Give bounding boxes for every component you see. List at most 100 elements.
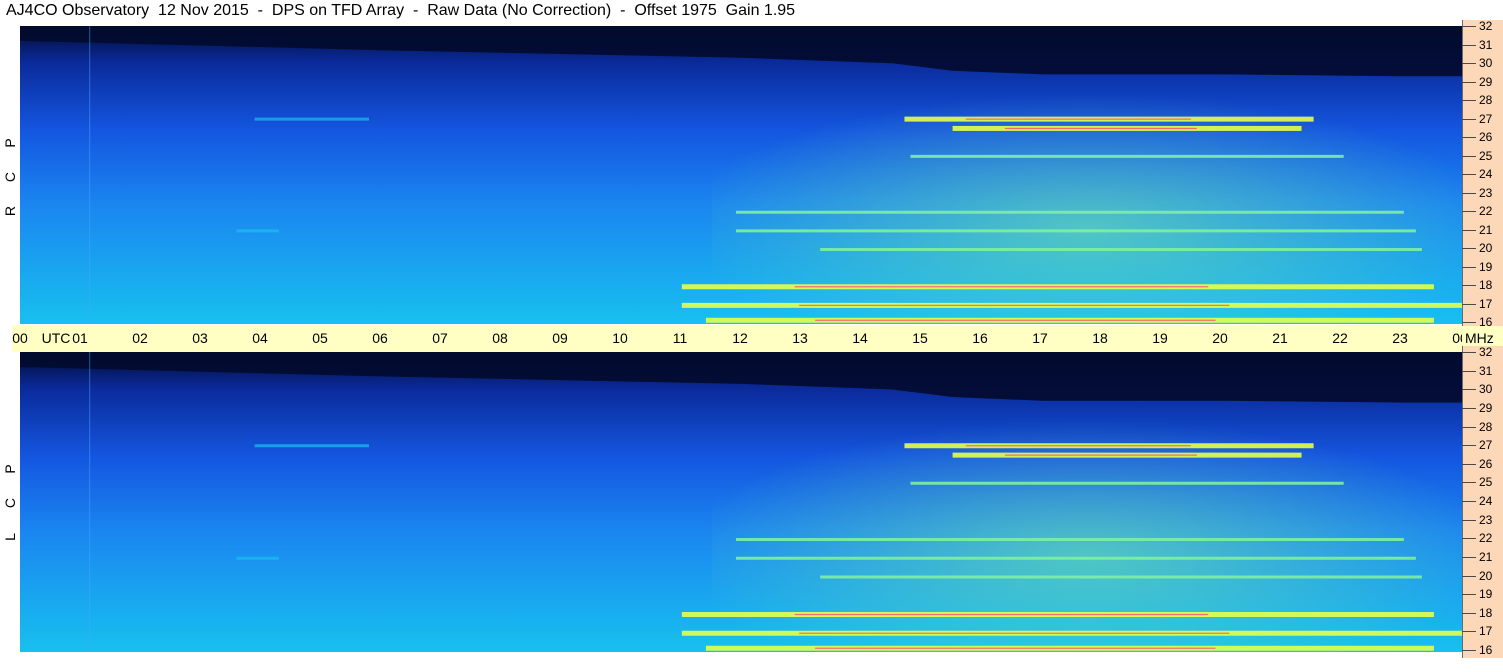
vertical-interference-line xyxy=(89,26,91,324)
signal-band-core-rcp xyxy=(794,286,1209,288)
signal-band-rcp xyxy=(254,117,369,121)
time-tick-label: 05 xyxy=(312,330,328,346)
signal-band-lcp xyxy=(735,556,1416,560)
signal-band-rcp xyxy=(735,229,1416,233)
signal-band-lcp xyxy=(820,575,1422,579)
freq-tick-label: 24 xyxy=(1479,494,1493,508)
rcp-spectrogram xyxy=(20,26,1464,324)
freq-tick-label: 20 xyxy=(1479,568,1493,583)
time-tick-label: 12 xyxy=(732,330,748,346)
freq-tick xyxy=(1462,303,1476,305)
rcp-label: P C R xyxy=(0,126,20,228)
freq-tick-label: 19 xyxy=(1479,259,1493,274)
freq-tick-label: 28 xyxy=(1479,419,1493,434)
freq-tick xyxy=(1462,370,1476,372)
freq-tick-label: 32 xyxy=(1479,345,1493,359)
freq-tick-label: 26 xyxy=(1479,130,1493,144)
freq-tick xyxy=(1462,155,1476,157)
freq-tick-label: 18 xyxy=(1479,605,1493,620)
freq-tick-label: 22 xyxy=(1479,204,1493,218)
time-tick-label: 00 xyxy=(12,330,28,346)
signal-band-core-lcp xyxy=(815,647,1216,649)
freq-tick xyxy=(1462,407,1476,409)
freq-tick-label: 17 xyxy=(1479,624,1493,639)
signal-band-rcp xyxy=(910,154,1344,158)
freq-tick xyxy=(1462,266,1476,268)
freq-tick xyxy=(1462,322,1476,323)
time-tick-label: 10 xyxy=(612,330,628,346)
freq-tick-label: 19 xyxy=(1479,587,1493,602)
time-tick-label: 17 xyxy=(1032,330,1048,346)
freq-tick-label: 21 xyxy=(1479,222,1493,237)
freq-tick-label: 32 xyxy=(1479,19,1493,33)
freq-tick xyxy=(1462,174,1476,175)
time-tick-label: 06 xyxy=(372,330,388,346)
lcp-spectrogram-plot xyxy=(20,352,1464,652)
freq-tick xyxy=(1462,211,1476,212)
time-tick-label: 16 xyxy=(972,330,988,346)
freq-tick xyxy=(1462,44,1476,46)
freq-tick xyxy=(1462,501,1476,502)
freq-tick-label: 26 xyxy=(1479,456,1493,471)
freq-tick xyxy=(1462,575,1476,577)
freq-tick-label: 25 xyxy=(1479,148,1493,163)
freq-tick xyxy=(1462,81,1476,83)
signal-band-core-rcp xyxy=(1004,127,1197,130)
time-tick-label: 01 xyxy=(72,330,88,346)
freq-tick-label: 21 xyxy=(1479,549,1493,564)
freq-tick-label: 17 xyxy=(1479,296,1493,311)
time-tick-label: 15 xyxy=(912,330,928,346)
time-tick-label: 09 xyxy=(552,330,568,346)
signal-band-lcp xyxy=(236,556,279,560)
freq-tick xyxy=(1462,650,1476,651)
freq-tick xyxy=(1462,612,1476,614)
freq-tick xyxy=(1462,26,1476,27)
freq-tick xyxy=(1462,192,1476,194)
time-axis: 00 01 02 03 04 05 06 07 08 09 10 11 12 13 14 15 16 17 18 19… xyxy=(12,325,1468,352)
rcp-spectrogram-plot xyxy=(20,26,1464,324)
time-tick-label: 08 xyxy=(492,330,508,346)
freq-tick xyxy=(1462,538,1476,540)
freq-tick-label: 28 xyxy=(1479,93,1493,107)
rcp-freq-axis: 32 31 30 29 28 27 26 25 24 23 22 21 20 19 18 17 16 xyxy=(1462,19,1503,329)
freq-tick xyxy=(1462,137,1476,138)
vertical-interference-line xyxy=(89,352,91,652)
freq-tick xyxy=(1462,352,1476,353)
freq-tick-label: 29 xyxy=(1479,74,1493,89)
freq-tick-label: 18 xyxy=(1479,278,1493,292)
freq-tick-label: 23 xyxy=(1479,185,1493,200)
time-tick-label: 19 xyxy=(1152,330,1168,346)
signal-band-core-lcp xyxy=(1004,454,1197,456)
freq-tick-label: 25 xyxy=(1479,475,1493,490)
freq-tick xyxy=(1462,63,1476,64)
freq-tick xyxy=(1462,445,1476,447)
freq-tick xyxy=(1462,519,1476,521)
freq-tick xyxy=(1462,100,1476,101)
freq-tick-label: 31 xyxy=(1479,37,1493,52)
freq-tick-label: 30 xyxy=(1479,382,1493,397)
signal-band-core-lcp xyxy=(965,445,1191,447)
freq-tick-label: 23 xyxy=(1479,512,1493,527)
time-tick-label: 03 xyxy=(192,330,208,346)
time-tick-label: 04 xyxy=(252,330,268,346)
time-tick-label: 23 xyxy=(1392,330,1408,346)
time-tick-label: 13 xyxy=(792,330,808,346)
time-tick-label: 11 xyxy=(672,330,688,346)
time-tick-label: 14 xyxy=(852,330,868,346)
time-tick-label: 20 xyxy=(1212,330,1228,346)
freq-tick xyxy=(1462,631,1476,633)
freq-tick-label: 27 xyxy=(1479,438,1493,453)
freq-tick-label: 16 xyxy=(1479,315,1493,329)
freq-tick-label: 29 xyxy=(1479,400,1493,415)
signal-band-core-lcp xyxy=(799,632,1230,634)
freq-tick xyxy=(1462,389,1476,391)
lcp-label: P C L xyxy=(0,452,20,554)
freq-tick xyxy=(1462,556,1476,558)
signal-band-lcp xyxy=(910,481,1344,485)
freq-tick xyxy=(1462,463,1476,465)
freq-tick xyxy=(1462,248,1476,249)
freq-tick xyxy=(1462,594,1476,596)
freq-tick xyxy=(1462,118,1476,120)
time-tick-label: 02 xyxy=(132,330,148,346)
freq-tick-label: 20 xyxy=(1479,241,1493,255)
